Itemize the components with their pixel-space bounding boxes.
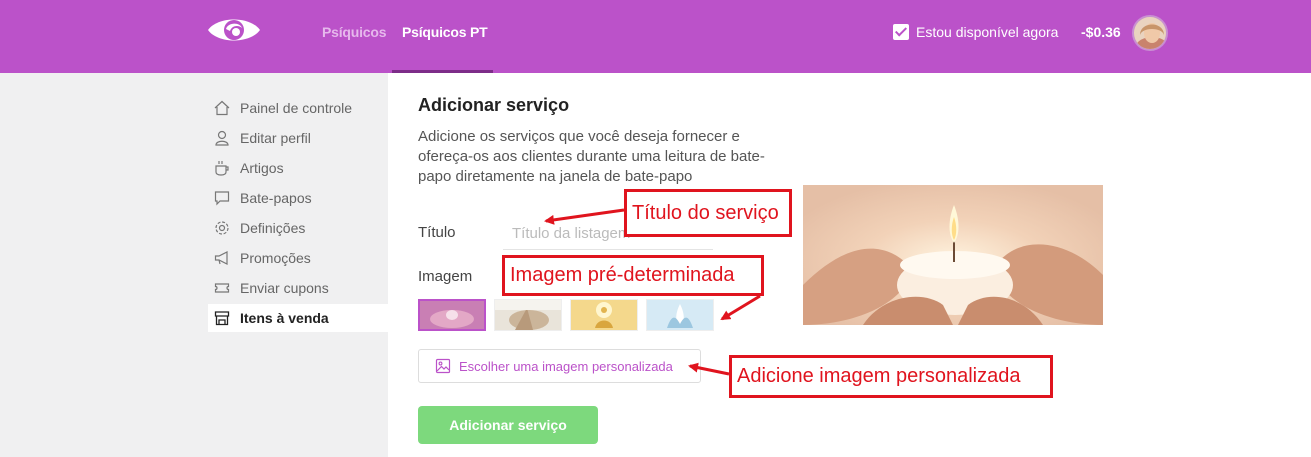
top-header: Psíquicos Psíquicos PT Estou disponível … [0,0,1311,73]
sidebar-item-label: Itens à venda [240,310,329,326]
sidebar-item-bate-papos[interactable]: Bate-papos [208,184,388,212]
availability-toggle[interactable]: Estou disponível agora [893,24,1058,40]
add-service-button[interactable]: Adicionar serviço [418,406,598,444]
cup-icon [213,159,231,177]
gear-icon [213,219,231,237]
home-icon [213,99,231,117]
annotation-preset-image: Imagem pré-determinada [502,255,764,296]
sidebar-item-label: Painel de controle [240,100,353,116]
annotation-custom-image: Adicione imagem personalizada [729,355,1053,398]
sidebar-item-artigos[interactable]: Artigos [208,154,388,182]
page-title: Adicionar serviço [418,95,570,115]
store-icon [213,309,231,327]
active-tab-indicator [392,70,493,73]
sidebar-item-definicoes[interactable]: Definições [208,214,388,242]
sidebar-item-label: Bate-papos [240,190,312,206]
preset-image-spiritual[interactable] [646,299,714,331]
sidebar-item-editar-perfil[interactable]: Editar perfil [208,124,388,152]
sidebar-item-label: Definições [240,220,306,236]
chat-icon [213,189,231,207]
sidebar-item-label: Artigos [240,160,284,176]
avatar[interactable] [1132,15,1168,51]
annotation-service-title: Título do serviço [624,189,792,237]
nav-psiquicos[interactable]: Psíquicos [322,24,387,40]
preset-image-candle[interactable] [418,299,486,331]
sidebar-item-enviar-cupons[interactable]: Enviar cupons [208,274,388,302]
ticket-icon [213,279,231,297]
availability-checkbox[interactable] [893,24,909,40]
eye-logo-icon[interactable] [206,12,262,48]
title-field-label: Título [418,224,456,241]
choose-custom-image-label: Escolher uma imagem personalizada [459,358,673,374]
megaphone-icon [213,249,231,267]
page-description: Adicione os serviços que você deseja for… [418,128,765,185]
sidebar-item-painel[interactable]: Painel de controle [208,94,388,122]
service-image-preview [803,185,1103,325]
sidebar-item-itens-a-venda[interactable]: Itens à venda [208,304,388,332]
sidebar-item-label: Promoções [240,250,311,266]
availability-label: Estou disponível agora [916,24,1059,40]
preset-image-hands[interactable] [494,299,562,331]
user-icon [213,129,231,147]
choose-custom-image-button[interactable]: Escolher uma imagem personalizada [418,349,701,383]
sidebar-item-label: Enviar cupons [240,280,329,296]
image-icon [435,358,451,374]
sidebar-item-promocoes[interactable]: Promoções [208,244,388,272]
nav-psiquicos-pt[interactable]: Psíquicos PT [402,24,488,40]
image-field-label: Imagem [418,268,473,285]
preset-image-meditation[interactable] [570,299,638,331]
balance-value: -$0.36 [1081,24,1121,40]
sidebar-item-label: Editar perfil [240,130,311,146]
